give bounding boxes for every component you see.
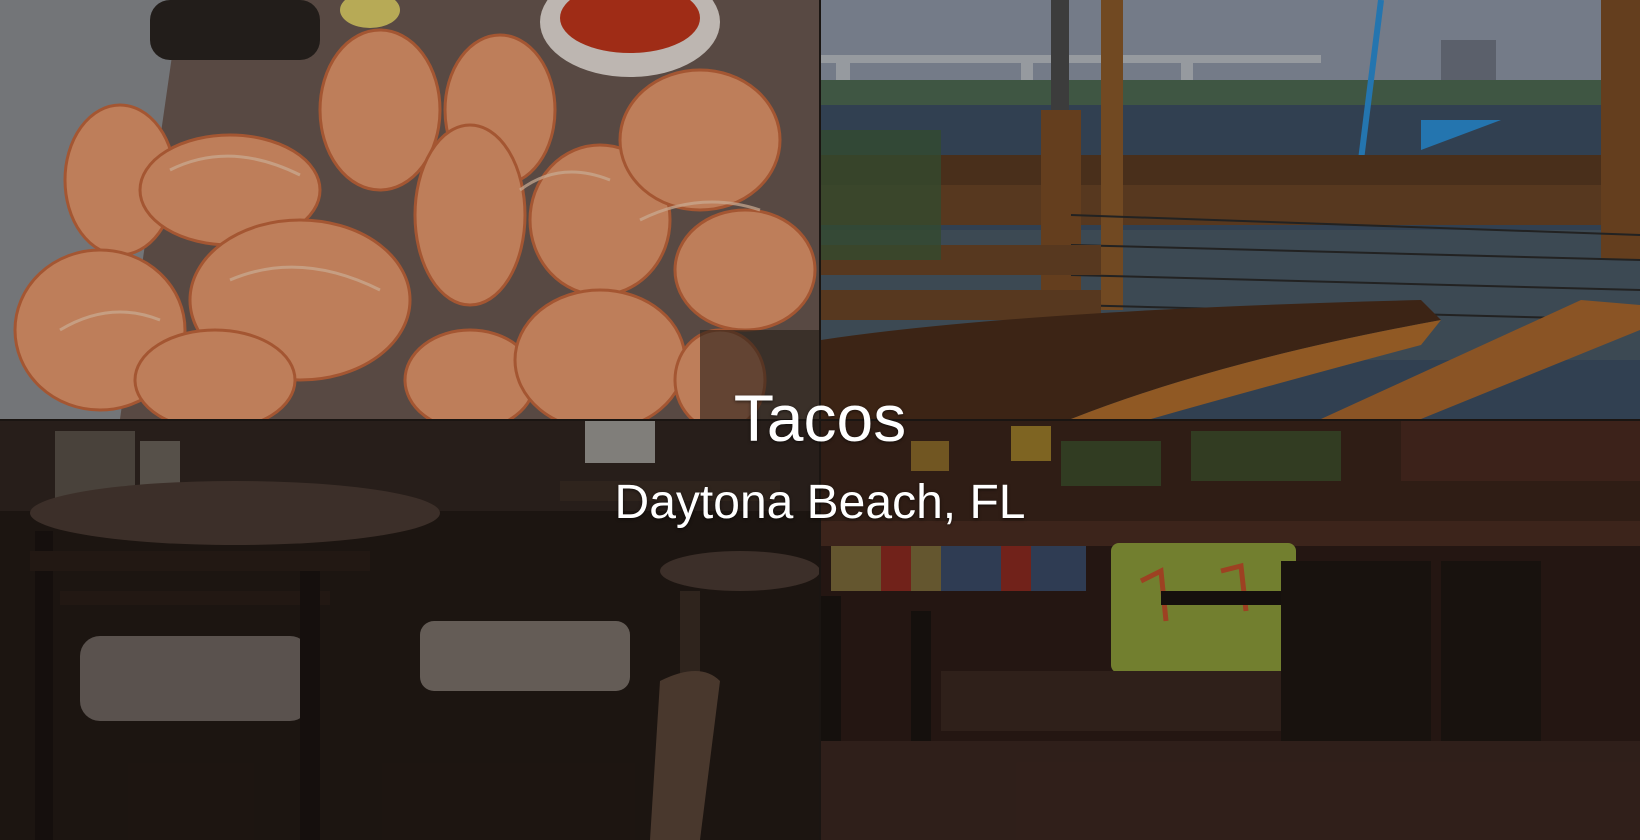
photo-waterfront-deck — [821, 0, 1640, 419]
photo-booth-seating — [821, 421, 1640, 840]
photo-collage: Tacos Daytona Beach, FL — [0, 0, 1640, 840]
photo-dining-room — [0, 421, 819, 840]
photo-shrimp-platter — [0, 0, 819, 419]
